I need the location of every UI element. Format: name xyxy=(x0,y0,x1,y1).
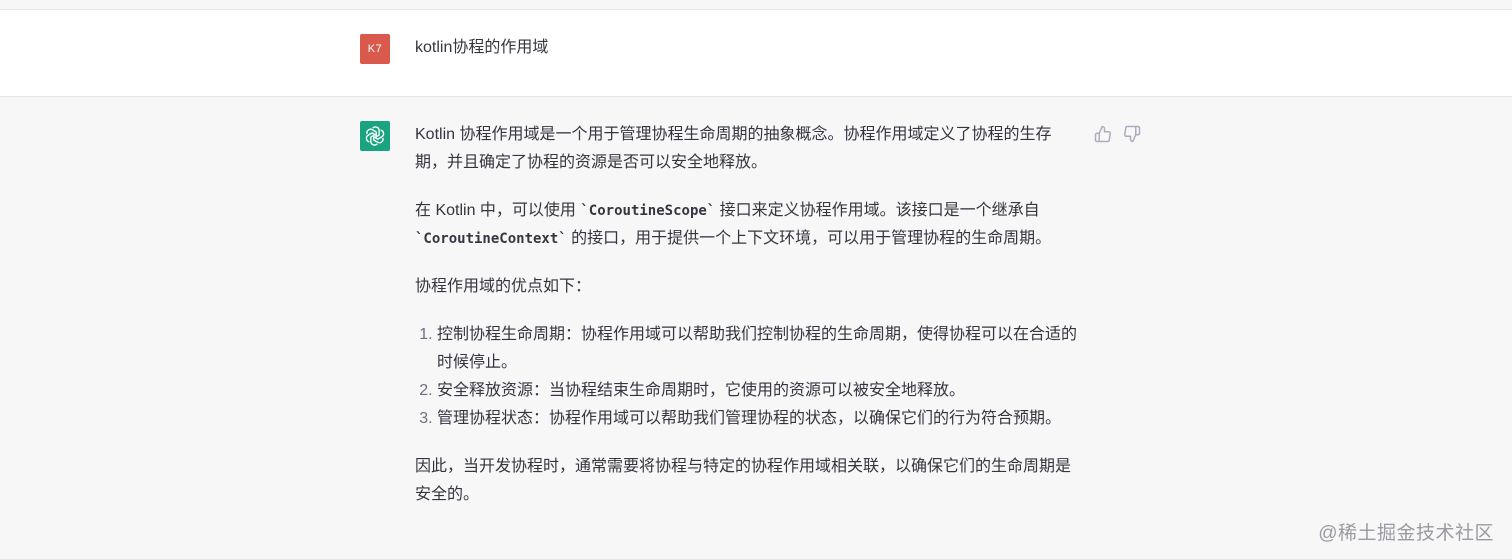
assistant-reply: Kotlin 协程作用域是一个用于管理协程生命周期的抽象概念。协程作用域定义了协… xyxy=(415,121,1080,529)
top-strip xyxy=(0,0,1512,10)
reply-paragraph: 在 Kotlin 中，可以使用 `CoroutineScope` 接口来定义协程… xyxy=(415,197,1080,253)
thumbs-down-button[interactable] xyxy=(1123,125,1141,143)
user-message-text: kotlin协程的作用域 xyxy=(415,39,549,56)
reply-conclusion: 因此，当开发协程时，通常需要将协程与特定的协程作用域相关联，以确保它们的生命周期… xyxy=(415,458,1072,503)
list-item: 控制协程生命周期：协程作用域可以帮助我们控制协程的生命周期，使得协程可以在合适的… xyxy=(437,321,1080,377)
watermark: @稀土掘金技术社区 xyxy=(1318,523,1494,544)
inline-code: `CoroutineContext` xyxy=(415,231,567,247)
list-intro: 协程作用域的优点如下： xyxy=(415,278,592,295)
openai-logo-icon xyxy=(365,126,385,146)
reply-paragraph: Kotlin 协程作用域是一个用于管理协程生命周期的抽象概念。协程作用域定义了协… xyxy=(415,126,1052,171)
thumbs-up-icon xyxy=(1094,125,1111,143)
advantages-list: 控制协程生命周期：协程作用域可以帮助我们控制协程的生命周期，使得协程可以在合适的… xyxy=(415,321,1080,433)
assistant-message-row: Kotlin 协程作用域是一个用于管理协程生命周期的抽象概念。协程作用域定义了协… xyxy=(0,97,1512,560)
thumbs-down-icon xyxy=(1124,125,1141,143)
thumbs-up-button[interactable] xyxy=(1094,125,1112,143)
reply-text: 在 Kotlin 中，可以使用 xyxy=(415,202,581,219)
user-avatar: K7 xyxy=(360,34,390,64)
list-item: 安全释放资源：当协程结束生命周期时，它使用的资源可以被安全地释放。 xyxy=(437,377,1080,405)
list-item: 管理协程状态：协程作用域可以帮助我们管理协程的状态，以确保它们的行为符合预期。 xyxy=(437,405,1080,433)
user-message-row: K7 kotlin协程的作用域 xyxy=(0,10,1512,97)
assistant-avatar xyxy=(360,121,390,151)
reply-text: 接口来定义协程作用域。该接口是一个继承自 xyxy=(715,202,1040,219)
inline-code: `CoroutineScope` xyxy=(580,203,716,219)
reply-text: 的接口，用于提供一个上下文环境，可以用于管理协程的生命周期。 xyxy=(566,230,1052,247)
